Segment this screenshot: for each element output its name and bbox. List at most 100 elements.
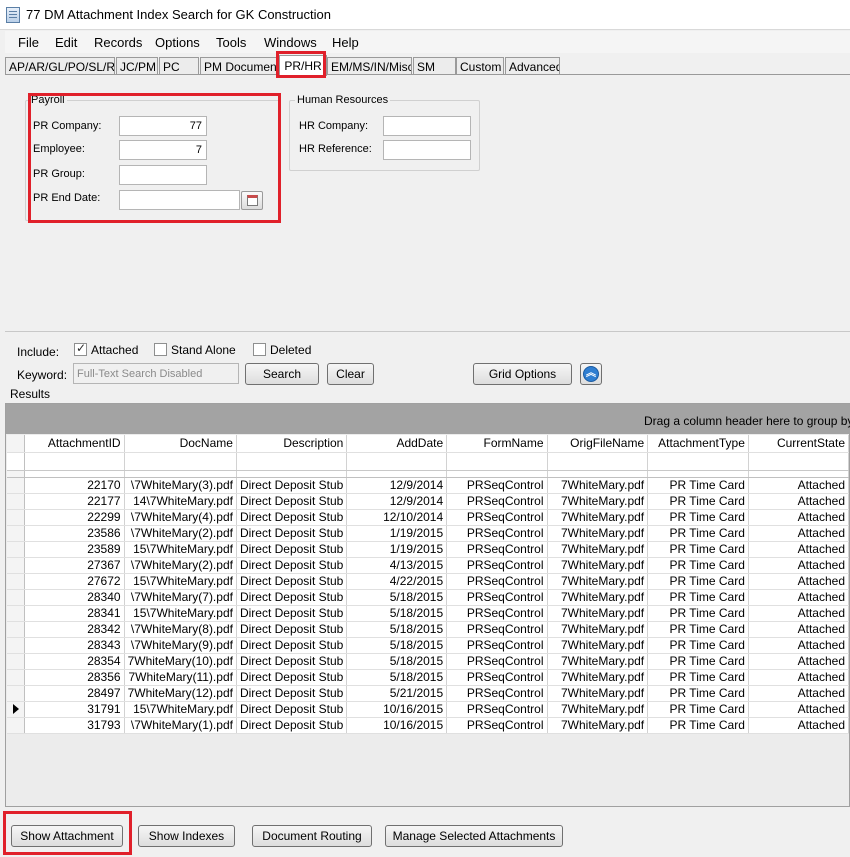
table-cell[interactable]: 7WhiteMary.pdf [547, 653, 649, 670]
table-cell[interactable]: 7WhiteMary.pdf [547, 573, 649, 590]
row-indicator[interactable] [7, 509, 26, 526]
table-cell[interactable]: Attached [748, 477, 850, 494]
filter-cell[interactable] [446, 452, 548, 471]
table-cell[interactable]: PR Time Card [647, 525, 749, 542]
filter-cell[interactable] [547, 452, 649, 471]
table-cell[interactable]: 1/19/2015 [346, 525, 448, 542]
table-cell[interactable]: Attached [748, 637, 850, 654]
tab-pc[interactable]: PC [159, 57, 199, 75]
table-cell[interactable]: 28354 [24, 653, 125, 670]
table-cell[interactable]: Direct Deposit Stub [236, 525, 348, 542]
manage-selected-attachments-button[interactable]: Manage Selected Attachments [385, 825, 563, 847]
filter-cell[interactable] [124, 452, 237, 471]
table-cell[interactable]: 28341 [24, 605, 125, 622]
hr-reference-input[interactable] [383, 140, 471, 160]
table-cell[interactable]: 23589 [24, 541, 125, 558]
table-cell[interactable]: Direct Deposit Stub [236, 509, 348, 526]
table-cell[interactable]: 7WhiteMary.pdf [547, 589, 649, 606]
table-cell[interactable]: PRSeqControl [446, 509, 548, 526]
col-currentstate[interactable]: CurrentState [748, 435, 850, 453]
row-indicator[interactable] [7, 493, 26, 510]
row-indicator[interactable] [7, 525, 26, 542]
menu-help[interactable]: Help [332, 35, 359, 50]
table-cell[interactable]: 5/18/2015 [346, 653, 448, 670]
table-cell[interactable]: 7WhiteMary.pdf [547, 685, 649, 702]
group-by-bar[interactable]: Drag a column header here to group by th… [6, 404, 850, 434]
table-cell[interactable]: PRSeqControl [446, 573, 548, 590]
show-indexes-button[interactable]: Show Indexes [138, 825, 235, 847]
tab-jc-pm[interactable]: JC/PM [116, 57, 158, 75]
table-cell[interactable]: PRSeqControl [446, 477, 548, 494]
pr-group-input[interactable] [119, 165, 207, 185]
table-cell[interactable]: Attached [748, 557, 850, 574]
table-cell[interactable]: 22177 [24, 493, 125, 510]
table-cell[interactable]: 7WhiteMary.pdf [547, 477, 649, 494]
col-docname[interactable]: DocName [124, 435, 237, 453]
menu-records[interactable]: Records [94, 35, 142, 50]
table-cell[interactable]: 7WhiteMary.pdf [547, 557, 649, 574]
row-indicator[interactable] [7, 621, 26, 638]
table-row[interactable]: 27672 15\7WhiteMary.pdf Direct Deposit Stu… [7, 573, 850, 590]
table-cell[interactable]: \7WhiteMary(2).pdf [124, 525, 237, 542]
table-cell[interactable]: PRSeqControl [446, 525, 548, 542]
filter-cell[interactable] [236, 452, 348, 471]
table-cell[interactable]: 10/16/2015 [346, 701, 448, 718]
row-indicator[interactable] [7, 605, 26, 622]
table-row[interactable]: 31791 15\7WhiteMary.pdf Direct Deposit Stu… [7, 701, 850, 718]
table-cell[interactable]: 5/18/2015 [346, 605, 448, 622]
filter-cell[interactable] [346, 452, 448, 471]
col-attachmentid[interactable]: AttachmentID [24, 435, 125, 453]
row-indicator[interactable] [7, 541, 26, 558]
table-cell[interactable]: 5/21/2015 [346, 685, 448, 702]
row-indicator[interactable] [7, 701, 26, 718]
table-row[interactable]: 28340 \7WhiteMary(7).pdf Direct Deposit St… [7, 589, 850, 606]
table-cell[interactable]: 7WhiteMary.pdf [547, 669, 649, 686]
grid-options-button[interactable]: Grid Options [473, 363, 572, 385]
table-cell[interactable]: Direct Deposit Stub [236, 701, 348, 718]
clear-button[interactable]: Clear [327, 363, 374, 385]
table-cell[interactable]: 15\7WhiteMary.pdf [124, 605, 237, 622]
table-row[interactable]: 28343 \7WhiteMary(9).pdf Direct Deposit St… [7, 637, 850, 654]
filter-cell[interactable] [647, 452, 749, 471]
table-cell[interactable]: 27672 [24, 573, 125, 590]
row-indicator[interactable] [7, 589, 26, 606]
table-cell[interactable]: PRSeqControl [446, 605, 548, 622]
table-cell[interactable]: Direct Deposit Stub [236, 541, 348, 558]
tab-sm[interactable]: SM [413, 57, 456, 75]
attached-checkbox[interactable] [74, 341, 87, 356]
table-cell[interactable]: Attached [748, 717, 850, 734]
pr-company-input[interactable]: 77 [119, 116, 207, 136]
table-cell[interactable]: \7WhiteMary(3).pdf [124, 477, 237, 494]
table-cell[interactable]: 4/13/2015 [346, 557, 448, 574]
table-cell[interactable]: 7WhiteMary.pdf [547, 637, 649, 654]
menu-edit[interactable]: Edit [55, 35, 77, 50]
table-cell[interactable]: 15\7WhiteMary.pdf [124, 541, 237, 558]
table-cell[interactable]: Direct Deposit Stub [236, 621, 348, 638]
table-cell[interactable]: Attached [748, 685, 850, 702]
table-cell[interactable]: 7WhiteMary.pdf [547, 509, 649, 526]
table-cell[interactable]: 5/18/2015 [346, 669, 448, 686]
row-indicator[interactable] [7, 637, 26, 654]
table-cell[interactable]: PR Time Card [647, 637, 749, 654]
table-cell[interactable]: PR Time Card [647, 605, 749, 622]
table-cell[interactable]: PRSeqControl [446, 669, 548, 686]
table-cell[interactable]: Attached [748, 701, 850, 718]
keyword-input[interactable]: Full-Text Search Disabled [73, 363, 239, 384]
tab-ap-ar-gl[interactable]: AP/AR/GL/PO/SL/RQ [5, 57, 115, 75]
table-cell[interactable]: 12/10/2014 [346, 509, 448, 526]
table-cell[interactable]: 12/9/2014 [346, 477, 448, 494]
row-indicator[interactable] [7, 669, 26, 686]
table-cell[interactable]: Attached [748, 509, 850, 526]
table-cell[interactable]: Attached [748, 541, 850, 558]
table-row[interactable]: 23586 \7WhiteMary(2).pdf Direct Deposit St… [7, 525, 850, 542]
table-cell[interactable]: Direct Deposit Stub [236, 669, 348, 686]
table-cell[interactable]: 23586 [24, 525, 125, 542]
table-cell[interactable]: PRSeqControl [446, 637, 548, 654]
table-cell[interactable]: Direct Deposit Stub [236, 605, 348, 622]
table-cell[interactable]: \7WhiteMary(4).pdf [124, 509, 237, 526]
table-row[interactable]: 27367 \7WhiteMary(2).pdf Direct Deposit St… [7, 557, 850, 574]
table-cell[interactable]: PR Time Card [647, 477, 749, 494]
show-attachment-button[interactable]: Show Attachment [11, 825, 123, 847]
table-cell[interactable]: 27367 [24, 557, 125, 574]
table-cell[interactable]: \7WhiteMary(8).pdf [124, 621, 237, 638]
